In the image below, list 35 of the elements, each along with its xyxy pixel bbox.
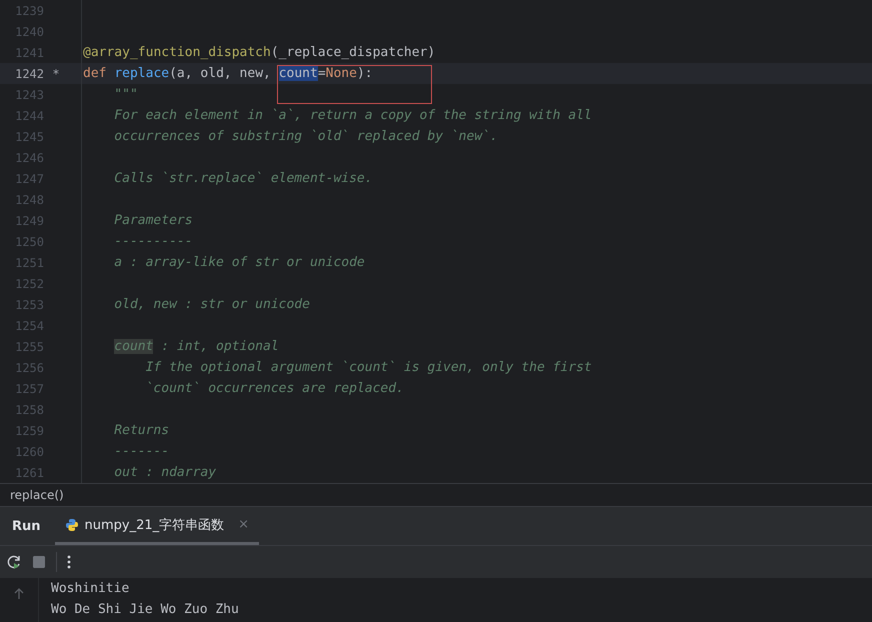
code-token: """ bbox=[114, 87, 138, 102]
stop-icon[interactable] bbox=[32, 555, 46, 569]
code-token: def bbox=[83, 66, 108, 81]
code-token: @array_function_dispatch bbox=[83, 45, 271, 60]
code-token: old, new : str or unicode bbox=[114, 297, 310, 312]
code-token: ): bbox=[356, 66, 373, 81]
tool-window-title: Run bbox=[11, 518, 42, 536]
code-token: None bbox=[326, 66, 357, 81]
code-token: : int, optional bbox=[160, 339, 279, 354]
rerun-icon[interactable] bbox=[6, 554, 22, 570]
code-token: = bbox=[318, 66, 326, 81]
code-token: (a, old, new, bbox=[169, 66, 272, 81]
up-arrow-icon[interactable] bbox=[14, 588, 24, 600]
gutter-marker: * bbox=[52, 66, 60, 80]
code-token: `count` occurrences are replaced. bbox=[146, 381, 404, 396]
code-token: occurrences of substring `old` replaced by `new`. bbox=[114, 129, 498, 144]
code-token: ---------- bbox=[114, 234, 193, 249]
more-icon[interactable] bbox=[67, 555, 71, 569]
code-token: count bbox=[278, 66, 318, 81]
code-token: For each element in `a`, return a copy of the string with all bbox=[114, 108, 592, 123]
console-output-line: Wo De Shi Jie Wo Zuo Zhu bbox=[51, 601, 239, 619]
line-number: 1242 bbox=[14, 66, 44, 80]
code-token: Returns bbox=[114, 423, 170, 438]
code-token: a : array-like of str or unicode bbox=[114, 255, 365, 270]
code-token: ------- bbox=[114, 444, 170, 459]
code-token: If the optional argument `count` is given, only the first bbox=[146, 360, 592, 375]
console-output-line: Woshinitie bbox=[51, 580, 130, 598]
breadcrumb[interactable]: replace() bbox=[10, 488, 64, 502]
code-token: count bbox=[114, 339, 154, 354]
code-token: Calls `str.replace` element-wise. bbox=[114, 171, 373, 186]
code-token: replace bbox=[114, 66, 170, 81]
code-token: Parameters bbox=[114, 213, 193, 228]
python-icon bbox=[64, 518, 79, 532]
code-token: (_replace_dispatcher) bbox=[270, 45, 436, 60]
code-token: out : ndarray bbox=[114, 465, 216, 480]
